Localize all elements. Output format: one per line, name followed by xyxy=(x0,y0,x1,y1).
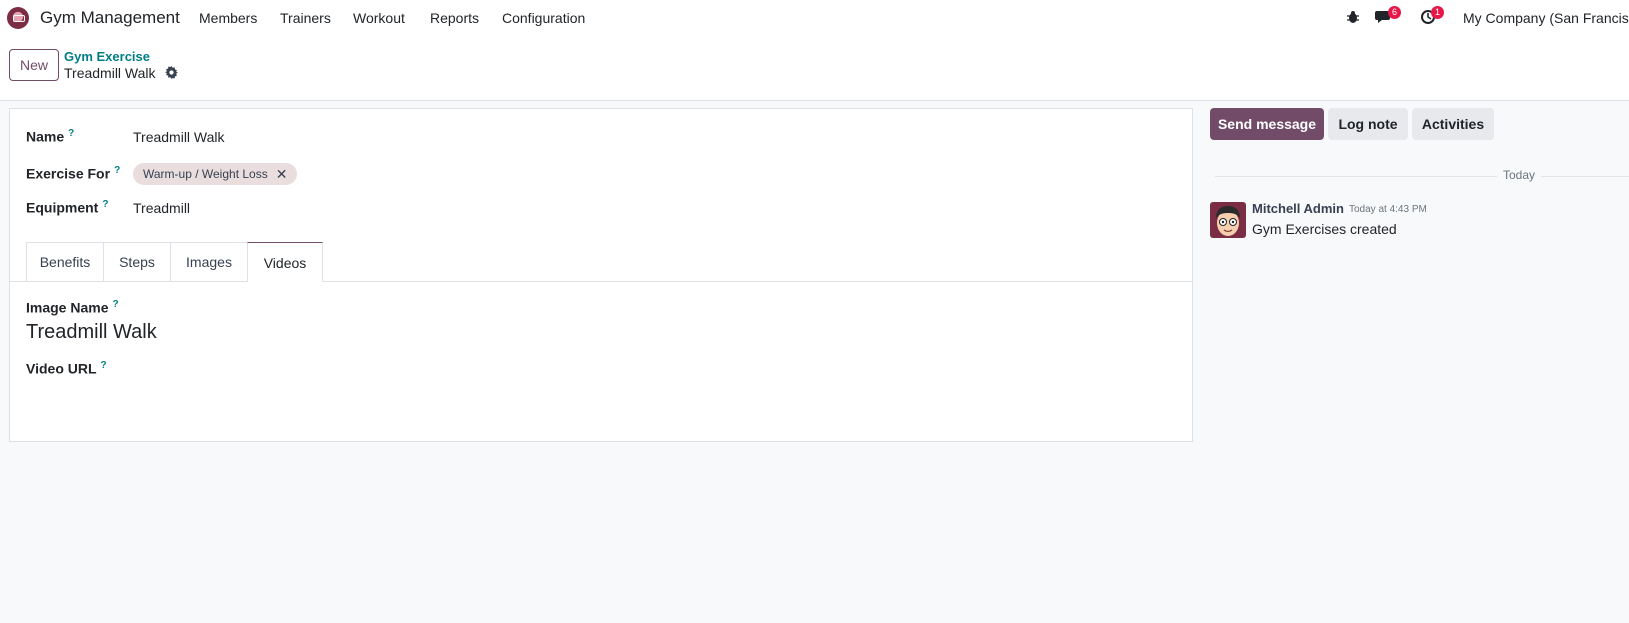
tab-images[interactable]: Images xyxy=(170,242,248,281)
message-author[interactable]: Mitchell Admin xyxy=(1252,201,1344,216)
video-url-label: Video URL? xyxy=(26,360,107,377)
equipment-field[interactable]: Treadmill xyxy=(133,200,190,216)
menu-reports[interactable]: Reports xyxy=(430,10,479,26)
breadcrumb-gym-exercise[interactable]: Gym Exercise xyxy=(64,49,150,64)
image-name-label: Image Name? xyxy=(26,299,119,316)
notebook-tabs: Benefits Steps Images Videos xyxy=(10,242,1192,282)
video-url-help-icon[interactable]: ? xyxy=(101,360,107,371)
menu-members[interactable]: Members xyxy=(199,10,257,26)
message-body: Gym Exercises created xyxy=(1252,221,1397,237)
messages-badge: 6 xyxy=(1388,6,1401,19)
menu-workout[interactable]: Workout xyxy=(353,10,405,26)
app-logo-icon[interactable] xyxy=(7,7,29,29)
top-navbar: Gym Management Members Trainers Workout … xyxy=(0,0,1629,36)
date-separator-label: Today xyxy=(1497,168,1542,182)
debug-bug-icon[interactable] xyxy=(1346,10,1360,27)
activities-badge: 1 xyxy=(1431,6,1444,19)
date-separator-line xyxy=(1215,176,1629,177)
activities-button[interactable]: Activities xyxy=(1412,108,1494,140)
message-date: Today at 4:43 PM xyxy=(1349,204,1427,215)
menu-trainers[interactable]: Trainers xyxy=(280,10,331,26)
equipment-label: Equipment? xyxy=(26,199,109,216)
new-button[interactable]: New xyxy=(9,49,59,81)
log-note-button[interactable]: Log note xyxy=(1328,108,1408,140)
form-sheet: Name? Treadmill Walk Exercise For? Warm-… xyxy=(9,108,1193,442)
remove-tag-icon[interactable]: ✕ xyxy=(276,166,288,183)
name-field[interactable]: Treadmill Walk xyxy=(133,129,225,145)
tab-videos[interactable]: Videos xyxy=(247,242,323,282)
video-url-field[interactable] xyxy=(133,361,733,381)
tag-label: Warm-up / Weight Loss xyxy=(143,167,268,181)
name-label: Name? xyxy=(26,128,75,145)
control-panel: New Gym Exercise Treadmill Walk xyxy=(0,36,1629,101)
name-help-icon[interactable]: ? xyxy=(68,128,74,139)
tab-benefits[interactable]: Benefits xyxy=(26,242,104,281)
menu-configuration[interactable]: Configuration xyxy=(502,10,585,26)
company-switcher[interactable]: My Company (San Francisco) xyxy=(1463,10,1629,26)
exercise-for-help-icon[interactable]: ? xyxy=(114,165,120,176)
gear-icon[interactable] xyxy=(165,66,178,82)
send-message-button[interactable]: Send message xyxy=(1210,108,1324,140)
tab-steps[interactable]: Steps xyxy=(103,242,171,281)
record-title: Treadmill Walk xyxy=(64,65,156,81)
exercise-for-label: Exercise For? xyxy=(26,165,121,182)
image-name-field[interactable]: Treadmill Walk xyxy=(26,321,157,344)
app-name[interactable]: Gym Management xyxy=(40,8,180,28)
avatar[interactable] xyxy=(1210,202,1246,238)
equipment-help-icon[interactable]: ? xyxy=(102,199,108,210)
image-name-help-icon[interactable]: ? xyxy=(112,299,118,310)
exercise-for-tag[interactable]: Warm-up / Weight Loss ✕ xyxy=(133,163,298,185)
